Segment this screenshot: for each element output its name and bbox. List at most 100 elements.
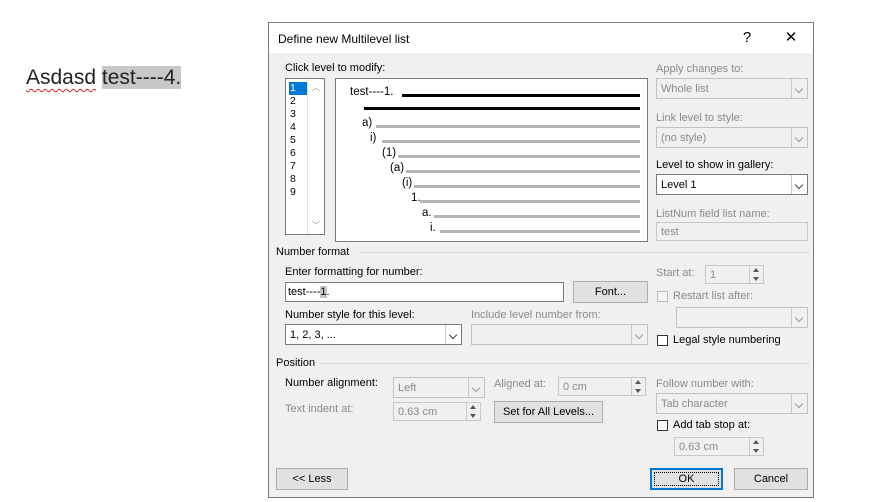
preview-level-label: (a)	[390, 162, 405, 174]
title-bar: Define new Multilevel list ? ✕	[269, 23, 813, 53]
listnum-value: test	[661, 226, 679, 238]
enter-formatting-label: Enter formatting for number:	[285, 266, 423, 278]
number-alignment-label: Number alignment:	[285, 377, 378, 389]
preview-level-label: i)	[370, 132, 377, 144]
chevron-down-icon	[791, 175, 807, 194]
number-alignment-value: Left	[398, 382, 417, 394]
close-button[interactable]: ✕	[777, 27, 805, 49]
text-indent-value: 0.63 cm	[398, 406, 438, 418]
preview-level-label: a)	[362, 117, 373, 129]
link-level-value: (no style)	[661, 132, 707, 144]
tab-stop-value: 0.63 cm	[679, 441, 719, 453]
restart-list-select[interactable]	[676, 307, 808, 328]
level-item[interactable]: 2	[289, 95, 307, 108]
chevron-down-icon	[445, 325, 461, 344]
preview-level-label: (1)	[382, 147, 397, 159]
aligned-at-label: Aligned at:	[494, 378, 546, 390]
link-level-label: Link level to style:	[656, 112, 743, 124]
font-button[interactable]: Font...	[573, 281, 648, 303]
level-item[interactable]: 3	[289, 108, 307, 121]
follow-number-select[interactable]: Tab character	[656, 393, 808, 414]
chevron-down-icon	[791, 308, 807, 327]
follow-number-value: Tab character	[661, 398, 728, 410]
scroll-down-icon[interactable]: ﹀	[312, 220, 320, 231]
start-at-spinner[interactable]: 1	[705, 265, 764, 284]
include-level-label: Include level number from:	[471, 309, 601, 321]
click-level-label: Click level to modify:	[285, 62, 386, 74]
start-at-value: 1	[710, 269, 717, 281]
apply-changes-select[interactable]: Whole list	[656, 78, 808, 99]
level-item[interactable]: 6	[289, 147, 307, 160]
preview-line	[398, 155, 640, 158]
section-divider	[321, 363, 809, 364]
document-word-selected: test----4.	[101, 66, 182, 89]
document-text: Asdasd test----4.	[26, 66, 182, 90]
text-indent-spinner[interactable]: 0.63 cm	[393, 402, 481, 421]
link-level-select[interactable]: (no style)	[656, 127, 808, 148]
spin-down-icon[interactable]	[632, 387, 645, 395]
number-format-section: Number format	[276, 246, 350, 258]
add-tab-stop-checkbox[interactable]	[657, 420, 668, 431]
cancel-button[interactable]: Cancel	[734, 468, 808, 490]
aligned-at-spinner[interactable]: 0 cm	[558, 377, 646, 396]
spin-up-icon[interactable]	[750, 266, 763, 274]
spin-down-icon[interactable]	[467, 412, 480, 420]
preview-line	[406, 170, 640, 173]
level-item[interactable]: 4	[289, 121, 307, 134]
dialog-title: Define new Multilevel list	[278, 32, 410, 46]
level-listbox[interactable]: 123456789 ︿ ﹀	[285, 78, 325, 235]
preview-level-label: i.	[430, 222, 436, 234]
spin-down-icon[interactable]	[750, 447, 763, 455]
preview-level-label: test----1.	[350, 86, 394, 98]
preview-line	[382, 140, 640, 143]
start-at-label: Start at:	[656, 267, 695, 279]
chevron-down-icon	[468, 378, 484, 397]
number-style-select[interactable]: 1, 2, 3, ...	[285, 324, 462, 345]
preview-line	[376, 125, 640, 128]
gallery-level-label: Level to show in gallery:	[656, 159, 774, 171]
tab-stop-spinner[interactable]: 0.63 cm	[674, 437, 764, 456]
aligned-at-value: 0 cm	[563, 381, 587, 393]
include-level-select[interactable]	[471, 324, 648, 345]
ok-button[interactable]: OK	[650, 468, 723, 490]
apply-changes-label: Apply changes to:	[656, 63, 744, 75]
level-scrollbar[interactable]: ︿ ﹀	[307, 79, 324, 234]
scroll-up-icon[interactable]: ︿	[312, 82, 320, 93]
level-item[interactable]: 5	[289, 134, 307, 147]
gallery-level-select[interactable]: Level 1	[656, 174, 808, 195]
preview-line	[402, 94, 640, 97]
preview-level-label: a.	[422, 207, 432, 219]
listnum-field[interactable]: test	[656, 222, 808, 241]
document-word-misspelled: Asdasd	[26, 66, 97, 89]
spin-up-icon[interactable]	[750, 438, 763, 446]
level-item[interactable]: 1	[289, 82, 307, 95]
listnum-label: ListNum field list name:	[656, 208, 770, 220]
level-item[interactable]: 9	[289, 186, 307, 199]
preview-line	[434, 215, 640, 218]
legal-style-checkbox[interactable]	[657, 335, 668, 346]
legal-style-label: Legal style numbering	[673, 334, 781, 346]
number-style-value: 1, 2, 3, ...	[290, 329, 336, 341]
help-button[interactable]: ?	[733, 27, 761, 49]
level-item[interactable]: 8	[289, 173, 307, 186]
spin-up-icon[interactable]	[632, 378, 645, 386]
apply-changes-value: Whole list	[661, 83, 709, 95]
chevron-down-icon	[791, 394, 807, 413]
number-format-input[interactable]: test----1.	[285, 282, 564, 302]
set-all-levels-button[interactable]: Set for All Levels...	[494, 401, 603, 423]
preview-line	[364, 107, 640, 110]
level-item[interactable]: 7	[289, 160, 307, 173]
less-button[interactable]: << Less	[276, 468, 348, 490]
preview-level-label: (i)	[402, 177, 413, 189]
spin-down-icon[interactable]	[750, 275, 763, 283]
preview-line	[414, 185, 640, 188]
spin-up-icon[interactable]	[467, 403, 480, 411]
gallery-level-value: Level 1	[661, 179, 697, 191]
preview-line	[440, 230, 640, 233]
number-format-value: test----1.	[288, 286, 330, 298]
restart-list-checkbox[interactable]	[657, 291, 668, 302]
follow-number-label: Follow number with:	[656, 378, 754, 390]
preview-line	[420, 200, 640, 203]
number-alignment-select[interactable]: Left	[393, 377, 485, 398]
chevron-down-icon	[791, 128, 807, 147]
